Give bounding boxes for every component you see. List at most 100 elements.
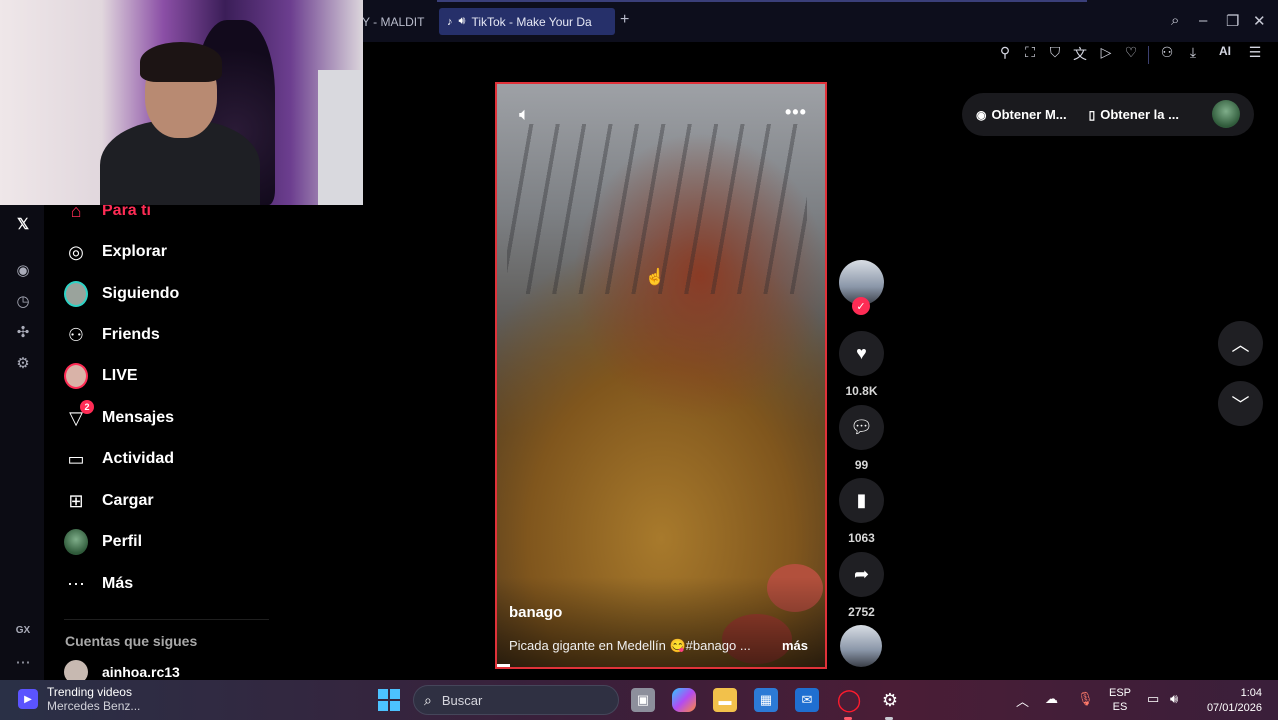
player-circle-icon[interactable]: ◉ bbox=[12, 261, 34, 279]
system-clock[interactable]: 1:04 07/01/2026 bbox=[1200, 686, 1262, 716]
sidebar-item-label: Cargar bbox=[102, 492, 154, 509]
get-coins-label: Obtener M... bbox=[991, 107, 1067, 122]
copilot-icon[interactable] bbox=[672, 688, 696, 712]
store-icon[interactable]: ▦ bbox=[754, 688, 778, 712]
sidebar-item-siguiendo[interactable]: Siguiendo bbox=[64, 279, 179, 309]
x-twitter-icon[interactable]: 𝕏 bbox=[12, 215, 34, 233]
favorites-heart-icon[interactable]: ♡ bbox=[1122, 44, 1140, 61]
background-door bbox=[318, 70, 363, 205]
maximize-icon[interactable]: ❐ bbox=[1226, 12, 1239, 30]
sidebar-item-perfil[interactable]: Perfil bbox=[64, 527, 142, 557]
file-explorer-icon[interactable]: ▬ bbox=[713, 688, 737, 712]
pin-icon[interactable]: ⚲ bbox=[996, 44, 1014, 61]
comment-action[interactable]: 💬︎ 99 bbox=[839, 405, 884, 472]
onedrive-cloud-icon[interactable]: ☁ bbox=[1045, 691, 1058, 707]
widget-subtitle: Mercedes Benz... bbox=[47, 699, 141, 713]
friends-icon: ⚇ bbox=[67, 324, 85, 345]
account-icon[interactable]: ⚇ bbox=[1158, 44, 1176, 61]
sidebar-item-label: LIVE bbox=[102, 367, 138, 384]
download-icon[interactable]: ⤓ bbox=[1184, 44, 1202, 61]
widgets-button[interactable]: ▶ Trending videos Mercedes Benz... bbox=[18, 685, 140, 713]
new-tab-button[interactable]: + bbox=[620, 11, 629, 29]
video-author[interactable]: banago bbox=[509, 604, 562, 621]
translate-icon[interactable]: 文 bbox=[1071, 44, 1089, 64]
video-options-icon[interactable]: ••• bbox=[785, 102, 807, 123]
close-icon[interactable]: ✕ bbox=[1253, 12, 1266, 30]
input-language[interactable]: ESP ES bbox=[1109, 686, 1131, 714]
tab-label: TikTok - Make Your Da bbox=[471, 14, 592, 29]
clock-time: 1:04 bbox=[1240, 687, 1262, 699]
tray-overflow-chevron-icon[interactable]: ︿ bbox=[1016, 691, 1029, 710]
tab-tiktok[interactable]: ♪ 🔊︎ TikTok - Make Your Da bbox=[439, 8, 615, 35]
chevron-up-icon: ︿ bbox=[1231, 334, 1250, 355]
rail-more-icon[interactable]: ⋯ bbox=[12, 653, 34, 671]
snapshot-icon[interactable]: ⛶ bbox=[1021, 44, 1039, 61]
toolbar-divider bbox=[1148, 46, 1149, 64]
menu-icon[interactable]: ☰ bbox=[1246, 44, 1264, 61]
music-disc-avatar[interactable] bbox=[840, 625, 882, 667]
messages-badge: 2 bbox=[80, 400, 94, 414]
streamer-hair bbox=[140, 42, 222, 82]
bookmark-icon[interactable]: ▮ bbox=[839, 478, 884, 523]
sidebar-item-actividad[interactable]: ▭ Actividad bbox=[64, 444, 174, 474]
share-icon[interactable]: ➦ bbox=[839, 552, 884, 597]
lang-layout: ES bbox=[1112, 701, 1128, 713]
minimize-icon[interactable]: – bbox=[1199, 12, 1207, 29]
task-view-icon[interactable]: ▣ bbox=[631, 688, 655, 712]
video-player[interactable]: 🔈︎ ••• banago Picada gigante en Medellín… bbox=[495, 82, 827, 669]
speaker-icon[interactable]: 🔊︎ bbox=[459, 15, 466, 28]
share-action[interactable]: ➦ 2752 bbox=[839, 552, 884, 619]
sidebar-item-explorar[interactable]: ◎ Explorar bbox=[64, 237, 167, 267]
followed-check-icon[interactable]: ✓ bbox=[852, 297, 870, 315]
microphone-icon[interactable]: 🎙︎ bbox=[1077, 691, 1094, 707]
save-action[interactable]: ▮ 1063 bbox=[839, 478, 884, 545]
start-button[interactable] bbox=[378, 689, 400, 711]
following-avatar-icon bbox=[64, 281, 88, 307]
next-video-button[interactable]: ﹀ bbox=[1218, 381, 1263, 426]
profile-avatar-icon bbox=[64, 529, 88, 555]
following-account-name: ainhoa.rc13 bbox=[102, 664, 180, 680]
following-accounts-title: Cuentas que sigues bbox=[65, 633, 198, 649]
phone-icon: ▯ bbox=[1088, 107, 1096, 122]
heart-icon[interactable]: ♥ bbox=[839, 331, 884, 376]
sidebar-item-label: Mensajes bbox=[102, 409, 175, 426]
previous-video-button[interactable]: ︿ bbox=[1218, 321, 1263, 366]
windows-taskbar: ▶ Trending videos Mercedes Benz... ⌕ Bus… bbox=[0, 680, 1278, 720]
search-icon: ⌕ bbox=[424, 691, 432, 708]
ai-button[interactable]: AI bbox=[1210, 44, 1240, 58]
tab-inactive[interactable]: Y - MALDIT bbox=[362, 8, 428, 35]
comment-icon[interactable]: 💬︎ bbox=[839, 405, 884, 450]
tiktok-favicon-icon: ♪ bbox=[447, 15, 453, 28]
gx-icon[interactable]: GX bbox=[12, 625, 34, 636]
outlook-icon[interactable]: ✉ bbox=[795, 688, 819, 712]
avatar[interactable] bbox=[1212, 100, 1240, 128]
network-icon[interactable]: ▭ bbox=[1147, 691, 1159, 707]
extensions-icon[interactable]: ✣ bbox=[12, 323, 34, 341]
like-action[interactable]: ♥ 10.8K bbox=[839, 331, 884, 398]
sidebar-item-mensajes[interactable]: ▽ 2 Mensajes bbox=[64, 400, 175, 433]
tiktok-sidebar: ⌂ Para ti ◎ Explorar Siguiendo ⚇ Friends… bbox=[44, 201, 374, 684]
sidebar-item-friends[interactable]: ⚇ Friends bbox=[64, 320, 160, 350]
tab-label: Y - MALDIT bbox=[362, 14, 425, 29]
steam-icon[interactable]: ⚙ bbox=[878, 688, 902, 712]
get-coins-button[interactable]: ◉ Obtener M... bbox=[976, 107, 1067, 122]
sidebar-item-cargar[interactable]: ⊞ Cargar bbox=[64, 486, 154, 516]
sidebar-item-live[interactable]: LIVE bbox=[64, 361, 138, 391]
share-count: 2752 bbox=[848, 605, 875, 619]
video-progress-bar[interactable] bbox=[497, 664, 511, 667]
search-tabs-icon[interactable]: ⌕ bbox=[1171, 12, 1179, 29]
video-caption: Picada gigante en Medellín 😋#banago ... bbox=[509, 638, 751, 653]
sidebar-item-mas[interactable]: ⋯ Más bbox=[64, 569, 133, 599]
volume-tray-icon[interactable]: 🔊︎ bbox=[1170, 691, 1178, 707]
coin-icon: ◉ bbox=[976, 107, 987, 122]
settings-gear-icon[interactable]: ⚙ bbox=[12, 354, 34, 372]
opera-gx-icon[interactable]: ◯ bbox=[837, 687, 862, 712]
caption-more-link[interactable]: más bbox=[782, 638, 808, 653]
taskbar-search[interactable]: ⌕ Buscar bbox=[413, 685, 619, 715]
play-icon: ▶ bbox=[18, 689, 38, 709]
adblock-shield-icon[interactable]: ⛉ bbox=[1046, 44, 1064, 61]
get-app-button[interactable]: ▯ Obtener la ... bbox=[1089, 107, 1179, 122]
player-icon[interactable]: ▷ bbox=[1097, 44, 1115, 61]
history-clock-icon[interactable]: ◷ bbox=[12, 292, 34, 310]
volume-icon[interactable]: 🔈︎ bbox=[519, 104, 530, 125]
